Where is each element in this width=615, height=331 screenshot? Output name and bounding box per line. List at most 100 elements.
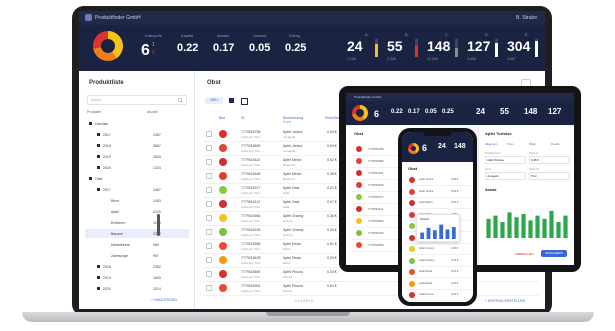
fruit-image xyxy=(219,242,227,250)
phone-row[interactable]: Apfel Pinova 0,33 € xyxy=(405,290,470,301)
tree-row[interactable]: 2018 3567 xyxy=(85,141,189,150)
phone-row[interactable]: Apfel Elstar 0,51 € xyxy=(405,267,470,278)
phone-row-name: Apfel Elstar xyxy=(419,281,433,285)
detail-field-input[interactable]: 0,45 € xyxy=(529,156,570,164)
tree-row[interactable]: Obst xyxy=(85,174,189,183)
tree-row[interactable]: 2017 2467 xyxy=(85,130,189,139)
row-name: Apfel Jonica xyxy=(283,130,303,134)
tablet-donut-chart xyxy=(352,105,368,121)
tree-row[interactable]: Zwetschge 997 xyxy=(85,251,189,260)
sidebar-search-input[interactable]: Suche xyxy=(87,95,187,105)
tablet-fruit-image xyxy=(356,182,362,188)
row-name: Apfel Pinova xyxy=(283,284,303,288)
new-button[interactable]: NEU xyxy=(205,97,223,104)
pagination[interactable]: « ‹ 1 2 3 › » xyxy=(295,299,313,303)
row-checkbox[interactable] xyxy=(206,145,212,151)
table-row[interactable]: 7779015901 Apfel aus Tirol Apfel Pinova Pin… xyxy=(203,281,539,296)
row-checkbox[interactable] xyxy=(206,243,212,249)
fruit-image xyxy=(219,158,227,166)
detail-field-input[interactable]: Tirol xyxy=(529,172,570,180)
row-checkbox[interactable] xyxy=(206,173,212,179)
tree-row-label: 2017 xyxy=(103,133,111,137)
phone-popup[interactable]: Absatz xyxy=(416,214,460,242)
detail-tab[interactable]: Details xyxy=(551,142,560,146)
phone-row[interactable]: Apfel Granny 0,44 € xyxy=(405,256,470,267)
row-checkbox[interactable] xyxy=(206,285,212,291)
tree-row[interactable]: Birne 1453 xyxy=(85,196,189,205)
tree-row[interactable]: 2020 1224 xyxy=(85,163,189,172)
tree-row[interactable]: Heidelbeere 984 xyxy=(85,240,189,249)
phone-chart-bar xyxy=(439,224,444,239)
tree-row-count: 997 xyxy=(153,254,159,258)
tree-row[interactable]: 2019 1843 xyxy=(85,273,189,282)
delete-icon[interactable] xyxy=(229,98,234,103)
detail-field-label: Preis ab xyxy=(529,152,539,155)
phone-row[interactable]: Apfel Jonica 0,53 € xyxy=(405,175,470,186)
phone-kpi-value: 24 xyxy=(438,143,446,150)
kpi-right-value: 127 xyxy=(467,38,491,54)
row-name: Apfel Elstar xyxy=(283,242,301,246)
detail-tab[interactable]: Bilder xyxy=(529,142,536,146)
tree-row[interactable]: Banane2392 xyxy=(85,229,189,238)
tree-row[interactable]: 2019 2843 xyxy=(85,152,189,161)
fruit-image xyxy=(219,214,227,222)
sidebar-scrollbar[interactable] xyxy=(157,214,160,236)
tree-folder-icon xyxy=(97,166,100,169)
row-id: 7779015901 xyxy=(241,284,261,288)
row-checkbox[interactable] xyxy=(206,201,212,207)
cancel-button[interactable]: ABBRECHEN xyxy=(515,252,534,256)
tree-row[interactable]: 2017 2467 xyxy=(85,185,189,194)
tree-row-label: Banane xyxy=(111,232,124,236)
fruit-image xyxy=(219,284,227,292)
phone-row[interactable]: Apfel Jonica 0,69 € xyxy=(405,187,470,198)
phone-list-title: Obst xyxy=(408,166,418,171)
phone-chart-bar xyxy=(426,227,431,239)
kpi-right-mini: 3.456 xyxy=(467,57,476,61)
kpi-value: 0.22 xyxy=(177,42,199,54)
add-product-button[interactable]: + HINZUFÜGEN xyxy=(151,298,177,302)
row-name: Apfel Jonica xyxy=(283,144,303,148)
user-menu[interactable]: B. Strube xyxy=(516,15,537,21)
tree-row[interactable]: Erdbeere1296 xyxy=(85,218,189,227)
row-id-sub: Apfel aus Tirol xyxy=(241,247,261,251)
kpi-right-value: 148 xyxy=(427,38,451,54)
row-checkbox[interactable] xyxy=(206,131,212,137)
copy-icon[interactable] xyxy=(241,98,248,105)
row-checkbox[interactable] xyxy=(206,229,212,235)
row-checkbox[interactable] xyxy=(206,257,212,263)
tree-row-label: Gemüse xyxy=(95,122,109,126)
phone-row[interactable]: Apfel Granny 0,36 € xyxy=(405,244,470,255)
phone-row-price: 0,36 € xyxy=(451,247,459,250)
kpi-right-value: 24 xyxy=(347,38,363,54)
phone-row[interactable]: Apfel Melon 0,52 € xyxy=(405,198,470,209)
detail-field-input[interactable]: Jonagold xyxy=(485,172,526,180)
kpi-level-bar xyxy=(455,39,458,57)
tablet-row-id: 7779015421 xyxy=(368,171,384,175)
row-checkbox[interactable] xyxy=(206,215,212,221)
row-checkbox[interactable] xyxy=(206,271,212,277)
phone-row[interactable]: Apfel Elstar 0,29 € xyxy=(405,279,470,290)
tree-folder-icon xyxy=(97,265,100,268)
chart-bar xyxy=(535,215,540,238)
kpi-level-bar xyxy=(535,39,538,57)
phone-screen: 6 24 148 Obst Apfel Jonica 0,53 € Apfel Joni… xyxy=(402,132,473,302)
detail-tab[interactable]: Allgemein xyxy=(485,142,497,146)
row-id: 7779015890 xyxy=(241,270,261,274)
detail-chart-title: Absatz xyxy=(485,188,497,192)
tree-row-count: 984 xyxy=(153,243,159,247)
tree-row[interactable]: 2018 2352 xyxy=(85,262,189,271)
tree-row[interactable]: Apfel 2125 xyxy=(85,207,189,216)
save-button[interactable]: SPEICHERN xyxy=(541,250,567,257)
row-price: 0,21 € xyxy=(327,186,337,190)
create-entry-button[interactable]: + EINTRAG ERSTELLEN xyxy=(485,299,525,303)
row-checkbox[interactable] xyxy=(206,159,212,165)
detail-field-input[interactable]: Apfel Tortoise xyxy=(485,156,526,164)
row-name: Apfel Gala xyxy=(283,200,300,204)
kpi-right-label: C xyxy=(445,32,448,37)
tree-row[interactable]: 2020 2214 xyxy=(85,284,189,293)
kpi-right-label: B xyxy=(405,32,408,37)
detail-tab[interactable]: Preis xyxy=(507,142,513,146)
row-checkbox[interactable] xyxy=(206,187,212,193)
tree-row[interactable]: Gemüse xyxy=(85,119,189,128)
chart-bar xyxy=(514,217,519,238)
